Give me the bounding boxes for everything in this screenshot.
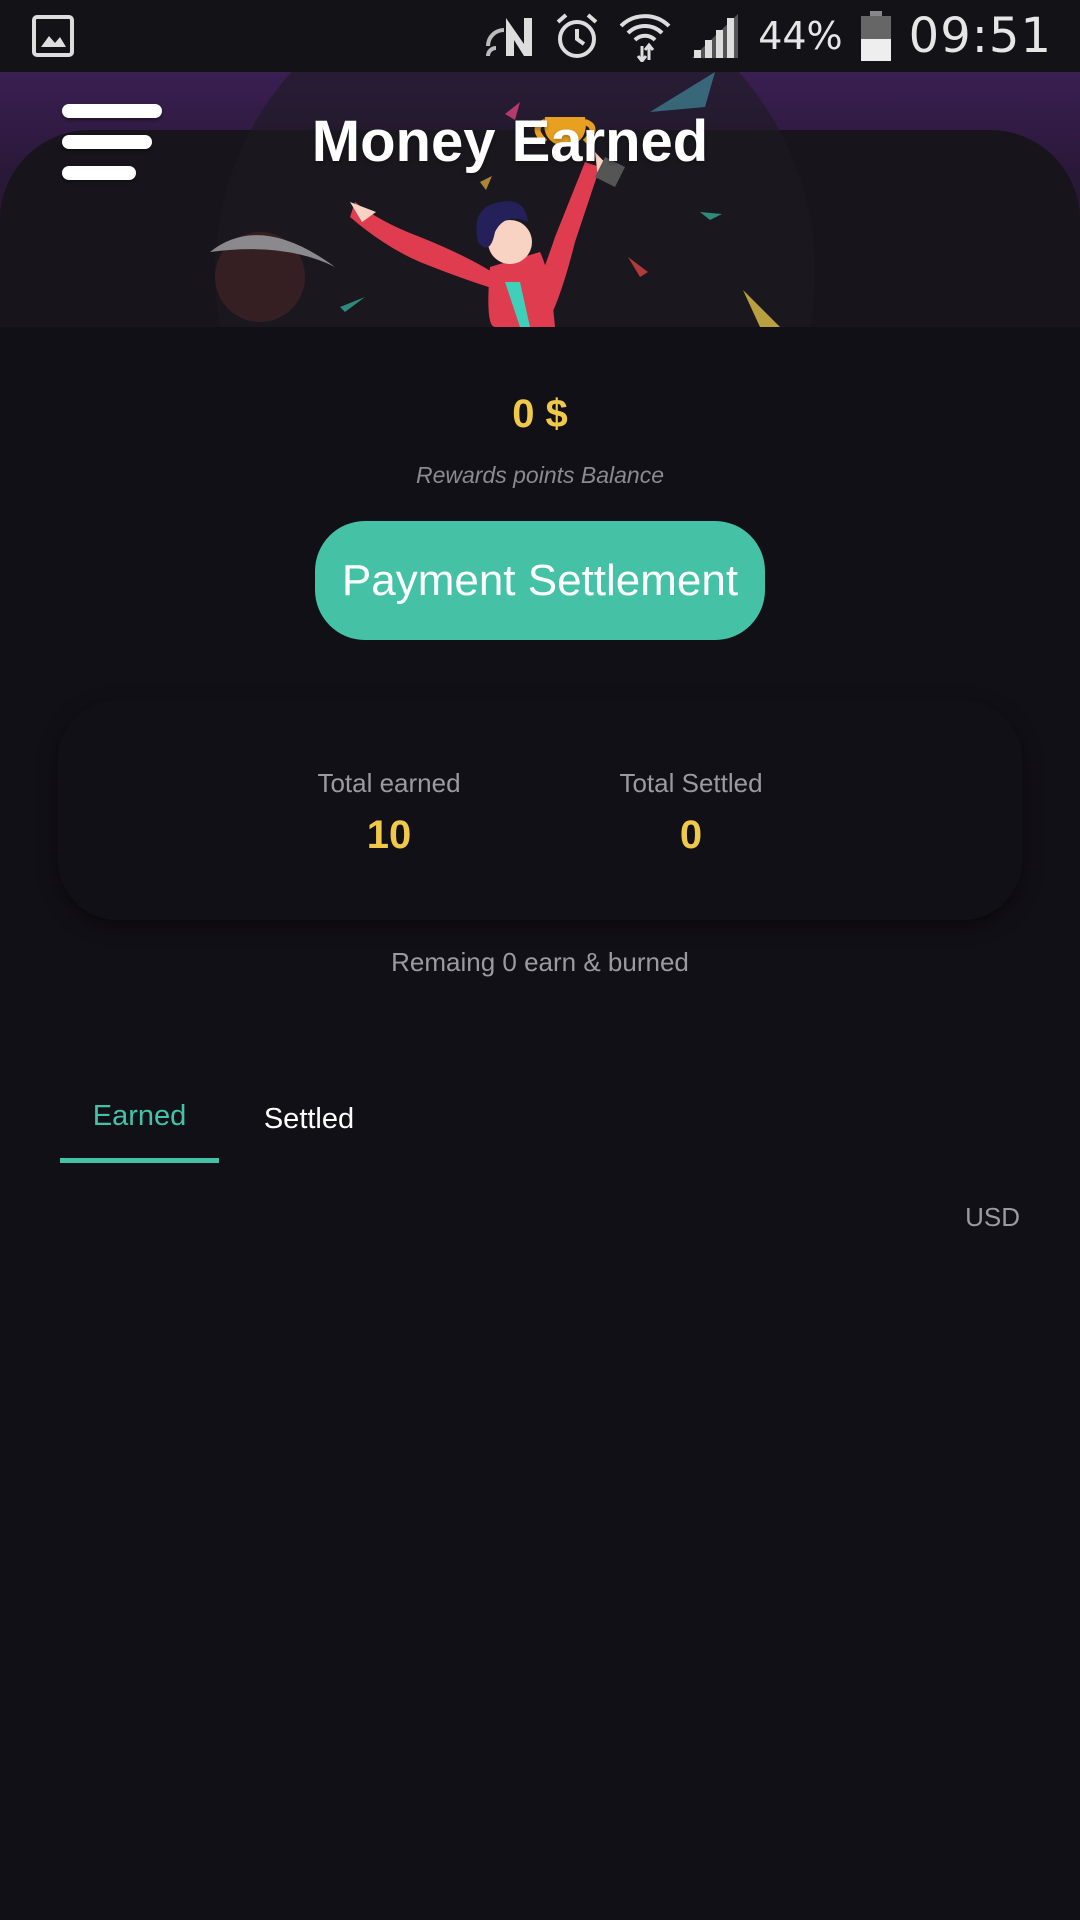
total-earned-value: 10 — [366, 813, 412, 857]
battery-percent: 44% — [758, 14, 843, 58]
total-earned-label: Total earned — [317, 768, 461, 798]
signal-icon — [690, 12, 740, 60]
remaining-text: Remaing 0 earn & burned — [391, 947, 689, 977]
tab-earned[interactable]: Earned — [60, 1100, 219, 1164]
battery-icon — [860, 11, 891, 61]
total-settled-value: 0 — [679, 813, 703, 857]
status-bar: 44% 09:51 — [0, 0, 1080, 72]
payment-settlement-button[interactable]: Payment Settlement — [315, 521, 765, 640]
balance-label: Rewards points Balance — [415, 462, 665, 488]
active-tab-indicator — [60, 1158, 219, 1163]
nfc-icon — [484, 12, 536, 60]
total-earned-stat: Total earned 10 — [264, 768, 514, 858]
gallery-icon — [32, 15, 74, 57]
wifi-icon — [618, 10, 672, 62]
alarm-icon — [554, 12, 600, 60]
balance-value: 0 $ — [512, 392, 568, 436]
total-settled-label: Total Settled — [619, 768, 763, 798]
page-title: Money Earned — [311, 109, 709, 174]
tab-settled[interactable]: Settled — [244, 1103, 374, 1167]
total-settled-stat: Total Settled 0 — [566, 768, 816, 858]
clock: 09:51 — [908, 8, 1052, 64]
tab-bar: Earned Settled — [60, 1100, 1020, 1164]
stats-card: Total earned 10 Total Settled 0 — [58, 700, 1022, 920]
currency-label: USD — [965, 1202, 1020, 1232]
